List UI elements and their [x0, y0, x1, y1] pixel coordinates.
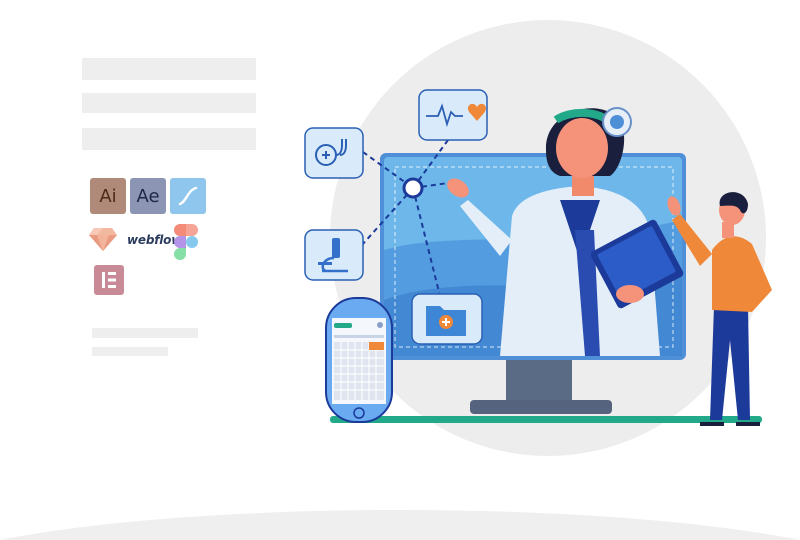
- stethoscope-card: [304, 127, 364, 179]
- heart-rate-card: [418, 89, 488, 141]
- medical-folder-card: [411, 293, 483, 345]
- bottom-wave: [0, 510, 800, 540]
- hub-node: [402, 177, 424, 199]
- microscope-card: [304, 229, 364, 281]
- floor-line: [330, 416, 762, 423]
- telemedicine-illustration: [0, 20, 800, 540]
- phone-device: [325, 297, 393, 423]
